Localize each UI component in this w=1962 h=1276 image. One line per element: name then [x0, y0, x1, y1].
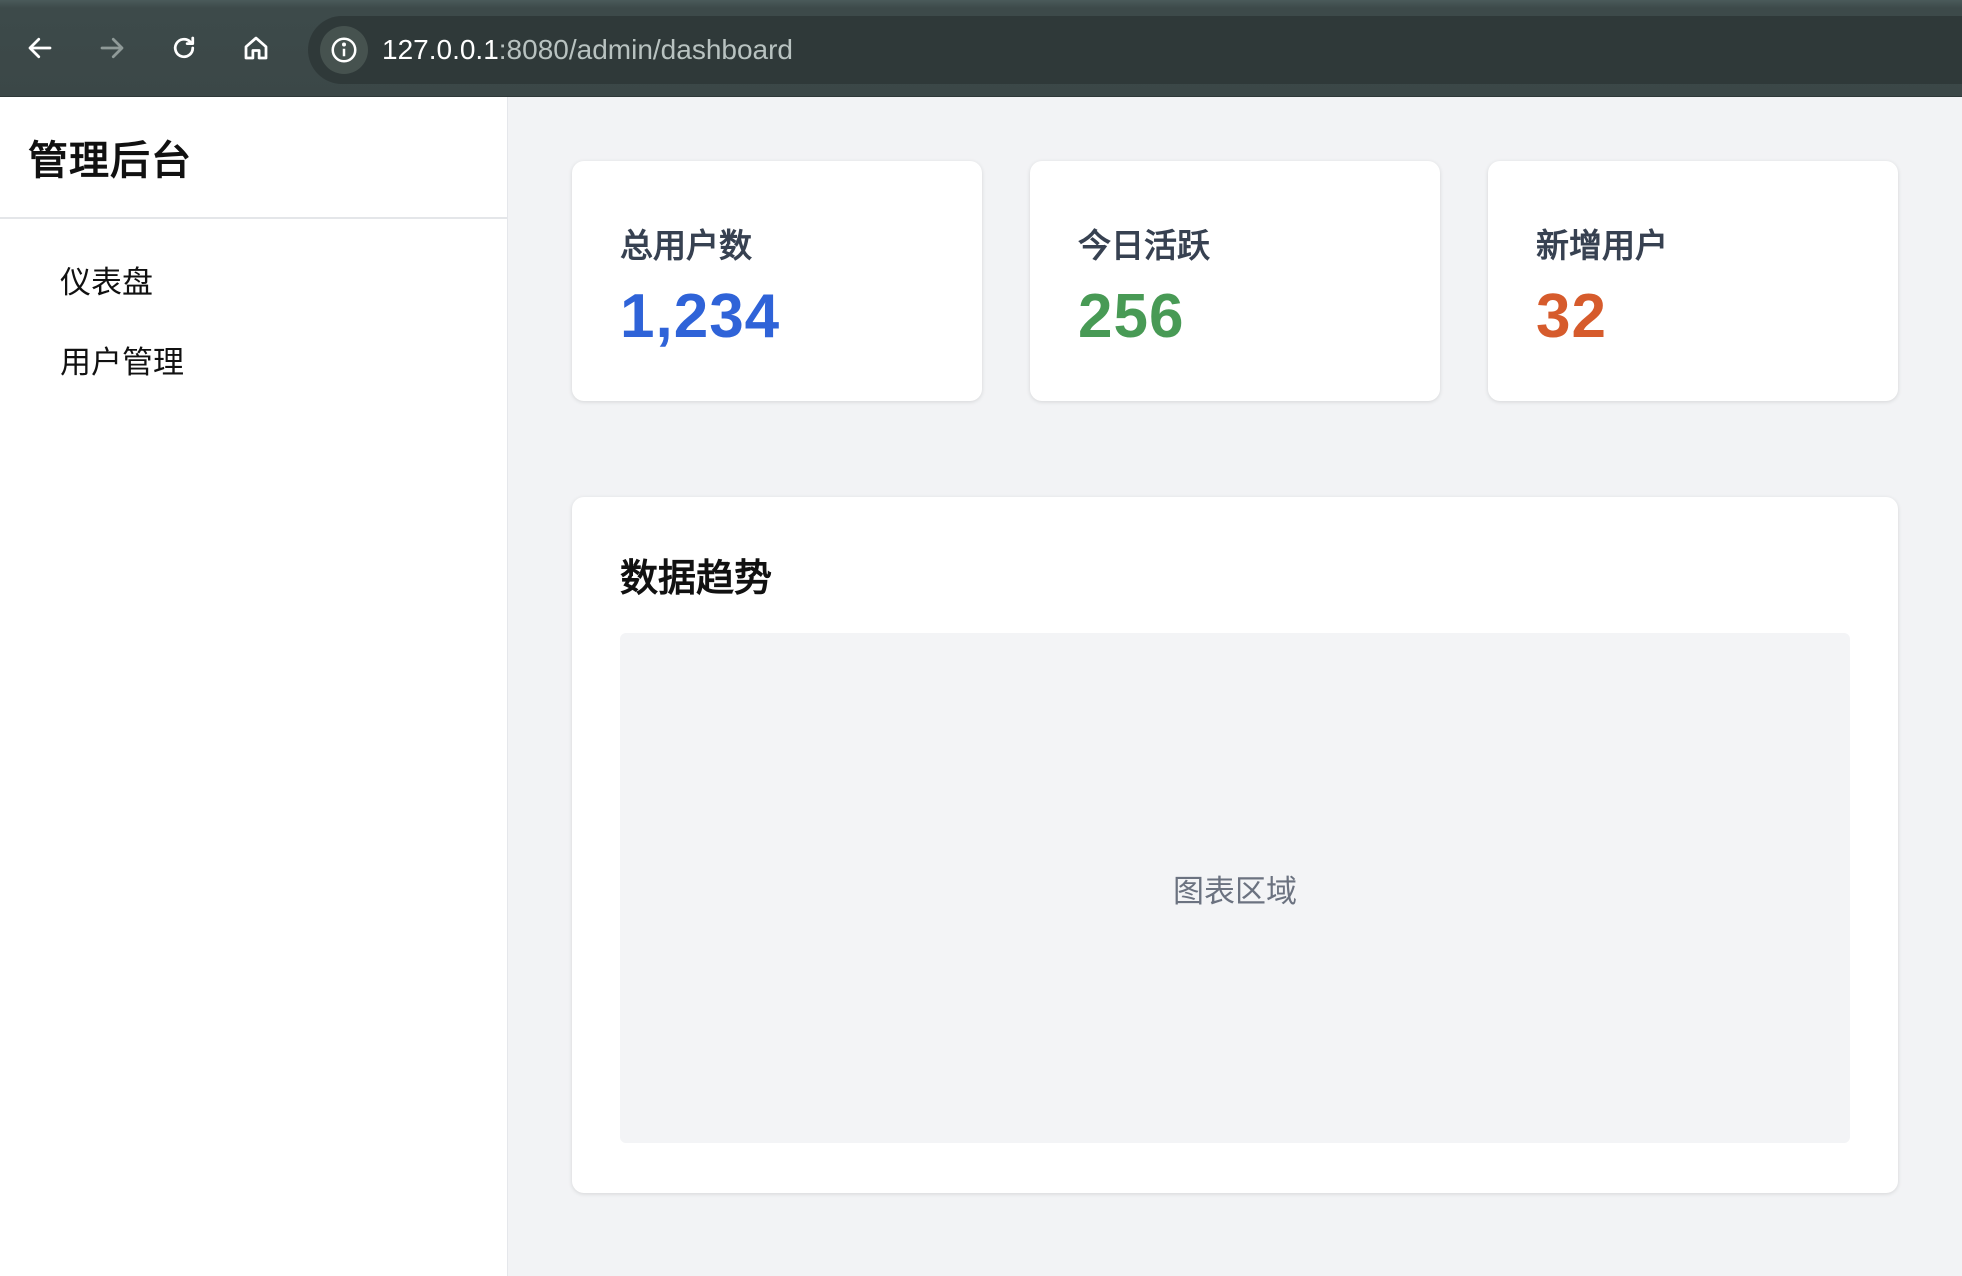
stat-label: 今日活跃	[1078, 226, 1210, 265]
chart-placeholder: 图表区域	[1173, 873, 1297, 910]
site-info-button[interactable]	[320, 26, 368, 74]
url-host: 127.0.0.1	[382, 34, 499, 65]
sidebar-menu: 仪表盘 用户管理	[0, 219, 507, 399]
browser-toolbar: 127.0.0.1:8080/admin/dashboard	[0, 0, 1962, 97]
forward-button[interactable]	[86, 22, 138, 74]
arrow-left-icon	[28, 37, 52, 59]
back-button[interactable]	[14, 22, 66, 74]
sidebar-item-label: 用户管理	[60, 344, 184, 381]
url-text[interactable]: 127.0.0.1:8080/admin/dashboard	[382, 16, 793, 84]
sidebar-item-label: 仪表盘	[60, 264, 153, 301]
stat-value: 256	[1078, 282, 1185, 351]
sidebar: 管理后台 仪表盘 用户管理	[0, 97, 508, 1276]
sidebar-header: 管理后台	[0, 97, 507, 219]
stat-label: 新增用户	[1536, 226, 1668, 265]
chart-area: 图表区域	[620, 633, 1850, 1143]
app-title: 管理后台	[28, 138, 192, 184]
stat-card-total-users: 总用户数 1,234	[572, 161, 982, 401]
main-content: 总用户数 1,234 今日活跃 256 新增用户 32 数据趋势 图表区域	[509, 97, 1962, 1276]
info-icon	[331, 37, 357, 63]
stat-value: 32	[1536, 282, 1607, 351]
trend-chart-card: 数据趋势 图表区域	[572, 497, 1898, 1193]
reload-button[interactable]	[158, 22, 210, 74]
url-path: :8080/admin/dashboard	[498, 34, 793, 65]
stat-card-active-today: 今日活跃 256	[1030, 161, 1440, 401]
home-icon	[244, 36, 268, 60]
arrow-right-icon	[100, 37, 124, 59]
address-bar[interactable]: 127.0.0.1:8080/admin/dashboard	[308, 16, 1962, 84]
home-button[interactable]	[230, 22, 282, 74]
reload-icon	[173, 36, 195, 59]
sidebar-item-user-management[interactable]: 用户管理	[0, 319, 507, 399]
stat-value: 1,234	[620, 282, 781, 351]
stat-label: 总用户数	[620, 226, 752, 265]
stat-card-new-users: 新增用户 32	[1488, 161, 1898, 401]
sidebar-item-dashboard[interactable]: 仪表盘	[0, 239, 507, 319]
chart-title: 数据趋势	[620, 556, 773, 600]
